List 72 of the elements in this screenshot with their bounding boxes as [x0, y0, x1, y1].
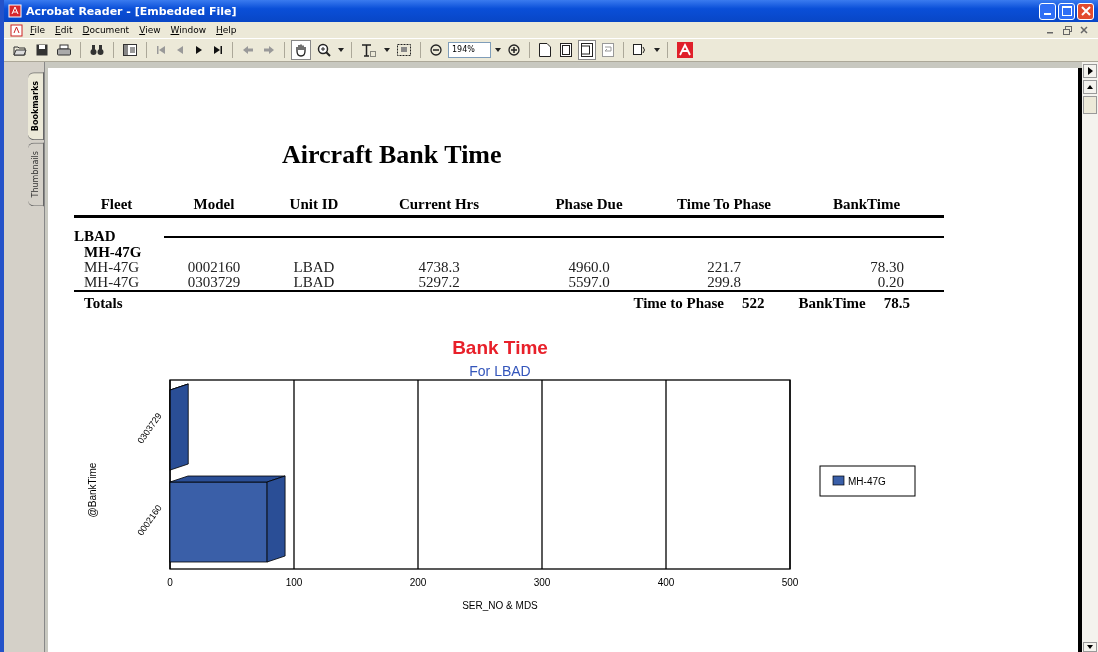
- total-value: 522: [742, 295, 765, 312]
- caret-icon[interactable]: [654, 48, 660, 52]
- tick-label: 500: [781, 577, 799, 588]
- expand-icon[interactable]: [1083, 64, 1097, 78]
- total-value: 78.5: [883, 295, 910, 312]
- side-tab[interactable]: Bookmarks: [28, 72, 44, 141]
- table-cell-text: 0.20: [876, 275, 905, 290]
- caret-icon[interactable]: [338, 48, 344, 52]
- totals-label: Totals: [83, 295, 123, 312]
- caret-icon[interactable]: [384, 48, 390, 52]
- table-cell-text: LBAD: [292, 260, 336, 275]
- chart-subtitle: For LBAD: [469, 363, 531, 379]
- column-header: Phase Due: [554, 196, 624, 213]
- menu-item[interactable]: File: [26, 25, 50, 35]
- table-cell-text: 0303729: [186, 275, 242, 290]
- table-cell-text: 299.8: [706, 275, 742, 290]
- table-cell-text: 4738.3: [417, 260, 461, 275]
- table-cell-text: 78.30: [869, 260, 905, 275]
- total-label: BankTime: [798, 295, 866, 312]
- tick-label: 200: [409, 577, 427, 588]
- menu-item[interactable]: View: [135, 25, 165, 35]
- fit-page-icon[interactable]: [557, 40, 575, 60]
- page-icon[interactable]: [536, 40, 554, 60]
- caret-icon[interactable]: [495, 48, 501, 52]
- column-header: Time To Phase: [676, 196, 772, 213]
- column-header: Current Hrs: [397, 196, 481, 213]
- table-cell-text: 5297.2: [417, 275, 461, 290]
- report-title: Aircraft Bank Time: [282, 140, 503, 170]
- menu-item[interactable]: Help: [212, 25, 241, 35]
- menu-item[interactable]: Document: [78, 25, 134, 35]
- total-label: Time to Phase: [633, 295, 724, 312]
- table-cell-text: LBAD: [292, 275, 336, 290]
- column-header: BankTime: [831, 196, 902, 213]
- scroll-thumb[interactable]: [1083, 96, 1097, 114]
- tick-label: 400: [657, 577, 675, 588]
- menu-item[interactable]: Window: [166, 25, 211, 35]
- scroll-up-icon[interactable]: [1083, 80, 1097, 94]
- table-cell-text: 0002160: [186, 260, 242, 275]
- column-header: Model: [192, 196, 236, 213]
- document-icon: [8, 4, 22, 18]
- logo-icon[interactable]: [674, 40, 696, 60]
- table-cell-text: 221.7: [706, 260, 742, 275]
- scroll-down-icon[interactable]: [1083, 642, 1097, 652]
- side-tab[interactable]: Thumbnails: [28, 142, 44, 207]
- zoom-field[interactable]: 194%: [448, 42, 491, 58]
- table-cell-text: 5597.0: [567, 275, 611, 290]
- tick-label: 300: [533, 577, 551, 588]
- close-button[interactable]: [1077, 2, 1094, 20]
- window-title: Acrobat Reader - [Embedded File]: [26, 4, 237, 18]
- fit-width-icon[interactable]: [578, 40, 596, 60]
- table-cell-text: MH-47G: [83, 275, 140, 290]
- table-cell-text: 4960.0: [567, 260, 611, 275]
- column-header: Fleet: [99, 196, 134, 213]
- axis-title: SER_NO & MDS: [462, 600, 538, 611]
- table-cell-text: MH-47G: [83, 260, 140, 275]
- chart-title: Bank Time: [452, 337, 548, 358]
- restore-icon[interactable]: [1063, 25, 1072, 35]
- tick-label: 100: [285, 577, 303, 588]
- maximize-icon: [1061, 6, 1072, 16]
- column-header: Unit ID: [288, 196, 340, 213]
- maximize-button[interactable]: [1058, 2, 1075, 20]
- tick-label: 0: [167, 577, 173, 588]
- menu-item[interactable]: Edit: [51, 25, 77, 35]
- minimize-button[interactable]: [1039, 2, 1056, 20]
- legend-label: MH-47G: [848, 476, 886, 487]
- subgroup-label: MH-47G: [83, 245, 143, 260]
- axis-title: @BankTime: [87, 462, 98, 518]
- minimize-icon: [1044, 13, 1051, 15]
- group-label: LBAD: [74, 228, 117, 245]
- close-icon: [1080, 6, 1091, 16]
- close-icon[interactable]: [1080, 26, 1088, 34]
- hand-icon[interactable]: [291, 40, 311, 60]
